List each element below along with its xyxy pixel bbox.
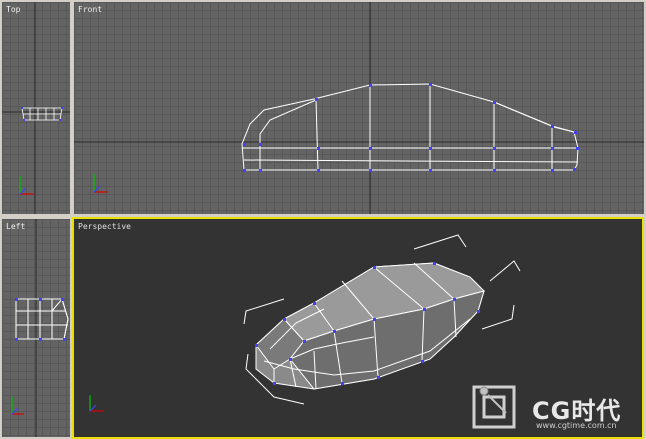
- mesh-vertices-front: [243, 83, 579, 172]
- axis-tripod-left: [11, 397, 24, 415]
- cg-logo-icon: [472, 385, 516, 429]
- viewport-front[interactable]: Front: [74, 2, 644, 214]
- car-mesh-top: [21, 107, 63, 121]
- left-view-drawing: [11, 219, 69, 437]
- viewport-left[interactable]: Left: [2, 219, 70, 437]
- viewport-perspective[interactable]: Perspective CG时代 www.cgtime.com.cn: [72, 217, 644, 439]
- car-mesh-left: [15, 297, 69, 340]
- front-view-drawing: [74, 2, 644, 214]
- car-mesh-front: [241, 83, 579, 171]
- watermark-url: www.cgtime.com.cn: [536, 421, 617, 430]
- axis-tripod-perspective: [89, 395, 104, 412]
- top-view-drawing: [2, 2, 70, 214]
- axis-tripod-top: [19, 176, 34, 195]
- car-mesh-perspective: [255, 262, 485, 390]
- axis-tripod-front: [93, 174, 108, 193]
- viewport-top[interactable]: Top: [2, 2, 70, 214]
